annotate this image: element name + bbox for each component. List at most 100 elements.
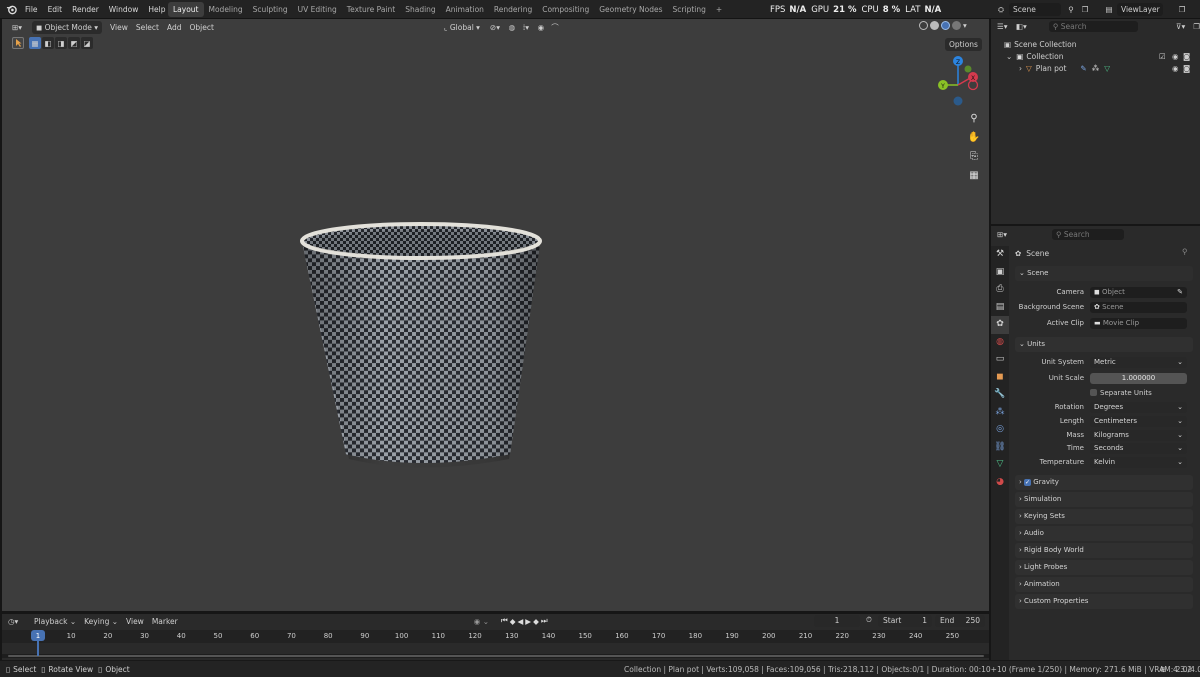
camera-field[interactable]: ◼ Object ✎ bbox=[1090, 287, 1187, 298]
scrollbar-thumb[interactable] bbox=[8, 655, 984, 657]
select-invert-icon[interactable]: ◩ bbox=[68, 37, 80, 49]
scene-section-header[interactable]: ⌄ Scene bbox=[1015, 266, 1193, 281]
data-tab-icon[interactable]: ▽ bbox=[991, 456, 1009, 474]
gizmo-neg-y[interactable] bbox=[964, 65, 972, 73]
unit-system-dropdown[interactable]: Metric ⌄ bbox=[1090, 357, 1187, 368]
rendered-shading-icon[interactable] bbox=[952, 21, 961, 30]
tree-row-plan-pot[interactable]: › ▽ Plan pot ✎ ⁂ ▽ ◉ ◙ bbox=[991, 62, 1200, 74]
zoom-icon[interactable]: ⚲ bbox=[967, 109, 981, 128]
tab-sculpting[interactable]: Sculpting bbox=[248, 2, 293, 17]
object-render-icon[interactable]: ◙ bbox=[1183, 64, 1190, 73]
object-tab-icon[interactable]: ◼ bbox=[991, 369, 1009, 387]
particles-tab-icon[interactable]: ⁂ bbox=[991, 404, 1009, 422]
new-viewlayer-icon[interactable]: ❐ bbox=[1175, 5, 1189, 14]
jump-end-icon[interactable]: ⏭ bbox=[541, 616, 550, 626]
snap-icon[interactable]: ◍ bbox=[506, 23, 518, 32]
proportional-falloff-icon[interactable]: ⌒ bbox=[548, 22, 562, 33]
tree-row-collection[interactable]: ⌄ ▣ Collection ☑ ◉ ◙ bbox=[991, 50, 1200, 62]
pivot-icon[interactable]: ⊘▾ bbox=[484, 23, 506, 32]
rigid-body-world-panel[interactable]: › Rigid Body World bbox=[1015, 543, 1193, 558]
mass-dropdown[interactable]: Kilograms ⌄ bbox=[1090, 430, 1187, 441]
camera-view-icon[interactable]: ⎘ bbox=[967, 147, 981, 166]
particle-icon[interactable]: ⁂ bbox=[1092, 64, 1100, 73]
collection-tab-icon[interactable]: ▭ bbox=[991, 351, 1009, 369]
menu-add[interactable]: Add bbox=[163, 21, 186, 34]
expand-object-icon[interactable]: › bbox=[1019, 64, 1022, 73]
display-mode-icon[interactable]: ◧▾ bbox=[1016, 22, 1035, 31]
filter-icon[interactable]: ⊽▾ bbox=[1176, 22, 1185, 31]
physics-tab-icon[interactable]: ◎ bbox=[991, 421, 1009, 439]
expand-collection-icon[interactable]: ⌄ bbox=[1006, 52, 1012, 61]
properties-search[interactable]: ⚲ Search bbox=[1052, 228, 1124, 240]
select-extend-icon[interactable]: ◧ bbox=[42, 37, 54, 49]
menu-keying[interactable]: Keying ⌄ bbox=[80, 615, 122, 628]
view-layer-tab-icon[interactable]: ▤ bbox=[991, 299, 1009, 317]
tab-compositing[interactable]: Compositing bbox=[537, 2, 594, 17]
material-shading-icon[interactable] bbox=[941, 21, 950, 30]
object-visibility-icon[interactable]: ◉ bbox=[1172, 64, 1179, 73]
pan-hand-icon[interactable]: ✋ bbox=[967, 128, 981, 147]
eyedropper-icon[interactable]: ✎ bbox=[1177, 287, 1183, 298]
play-reverse-icon[interactable]: ◀ bbox=[518, 617, 526, 626]
tab-texture-paint[interactable]: Texture Paint bbox=[342, 2, 400, 17]
solid-shading-icon[interactable] bbox=[930, 21, 939, 30]
menu-help[interactable]: Help bbox=[143, 5, 170, 14]
modifier-tab-icon[interactable]: 🔧 bbox=[991, 386, 1009, 404]
temperature-dropdown[interactable]: Kelvin ⌄ bbox=[1090, 457, 1187, 468]
constraints-tab-icon[interactable]: ⛓ bbox=[991, 439, 1009, 457]
length-dropdown[interactable]: Centimeters ⌄ bbox=[1090, 416, 1187, 427]
mode-dropdown[interactable]: ◼ Object Mode ▾ bbox=[32, 21, 103, 34]
menu-marker[interactable]: Marker bbox=[148, 615, 182, 628]
viewlayer-name[interactable]: ViewLayer bbox=[1117, 3, 1163, 16]
collection-checkbox-icon[interactable]: ☑ bbox=[1159, 52, 1166, 61]
outliner-editor-icon[interactable]: ☰▾ bbox=[997, 22, 1016, 31]
navigation-gizmo[interactable]: Z Y X bbox=[932, 53, 988, 113]
separate-units-row[interactable]: Separate Units bbox=[1090, 387, 1152, 398]
collection-visibility-icon[interactable]: ◉ bbox=[1172, 52, 1179, 61]
properties-editor-icon[interactable]: ⊞▾ bbox=[997, 230, 1052, 239]
add-workspace-button[interactable]: + bbox=[711, 2, 727, 17]
plant-pot-object[interactable] bbox=[292, 214, 547, 469]
menu-select[interactable]: Select bbox=[132, 21, 163, 34]
select-subtract-icon[interactable]: ◨ bbox=[55, 37, 67, 49]
custom-properties-panel[interactable]: › Custom Properties bbox=[1015, 594, 1193, 609]
scene-name[interactable]: Scene bbox=[1009, 3, 1061, 16]
gravity-panel[interactable]: › ✓ Gravity bbox=[1015, 475, 1193, 490]
perspective-grid-icon[interactable]: ▦ bbox=[967, 166, 981, 185]
collection-render-icon[interactable]: ◙ bbox=[1183, 52, 1190, 61]
viewport-options-button[interactable]: Options bbox=[945, 38, 982, 51]
scene-tab-icon[interactable]: ✿ bbox=[991, 316, 1009, 334]
pin-scene-icon[interactable]: ⚲ bbox=[1064, 5, 1078, 14]
units-section-header[interactable]: ⌄ Units bbox=[1015, 337, 1193, 352]
gizmo-neg-z[interactable] bbox=[953, 96, 963, 106]
time-dropdown[interactable]: Seconds ⌄ bbox=[1090, 443, 1187, 454]
pin-icon[interactable]: ⚲ bbox=[1182, 247, 1188, 256]
mesh-data-icon[interactable]: ▽ bbox=[1104, 64, 1110, 73]
tab-rendering[interactable]: Rendering bbox=[489, 2, 537, 17]
play-icon[interactable]: ▶ bbox=[525, 617, 533, 626]
animation-panel[interactable]: › Animation bbox=[1015, 577, 1193, 592]
keying-sets-panel[interactable]: › Keying Sets bbox=[1015, 509, 1193, 524]
blender-logo-icon[interactable] bbox=[4, 4, 18, 15]
gravity-checkbox[interactable]: ✓ bbox=[1024, 479, 1032, 486]
start-frame-field[interactable]: Start 1 bbox=[878, 615, 932, 627]
output-tab-icon[interactable]: ⎙ bbox=[991, 281, 1009, 299]
current-frame-field[interactable]: 1 bbox=[814, 615, 860, 627]
outliner-search[interactable]: ⚲ Search bbox=[1048, 20, 1138, 32]
stopwatch-icon[interactable]: ⏱ bbox=[866, 615, 872, 625]
jump-keyframe-forward-icon[interactable]: ◆ bbox=[533, 617, 541, 626]
menu-edit[interactable]: Edit bbox=[43, 5, 68, 14]
modifier-wrench-icon[interactable]: ✎ bbox=[1080, 64, 1086, 73]
tab-uv-editing[interactable]: UV Editing bbox=[293, 2, 342, 17]
new-scene-icon[interactable]: ❐ bbox=[1078, 5, 1092, 14]
light-probes-panel[interactable]: › Light Probes bbox=[1015, 560, 1193, 575]
menu-file[interactable]: File bbox=[20, 5, 43, 14]
active-clip-field[interactable]: ▬ Movie Clip bbox=[1090, 318, 1187, 329]
menu-view[interactable]: View bbox=[106, 21, 132, 34]
material-tab-icon[interactable]: ◕ bbox=[991, 474, 1009, 492]
select-new-icon[interactable]: ▦ bbox=[29, 37, 41, 49]
tab-modeling[interactable]: Modeling bbox=[204, 2, 248, 17]
menu-timeline-view[interactable]: View bbox=[122, 615, 148, 628]
menu-playback[interactable]: Playback ⌄ bbox=[30, 615, 80, 628]
background-scene-field[interactable]: ✿ Scene bbox=[1090, 302, 1187, 313]
